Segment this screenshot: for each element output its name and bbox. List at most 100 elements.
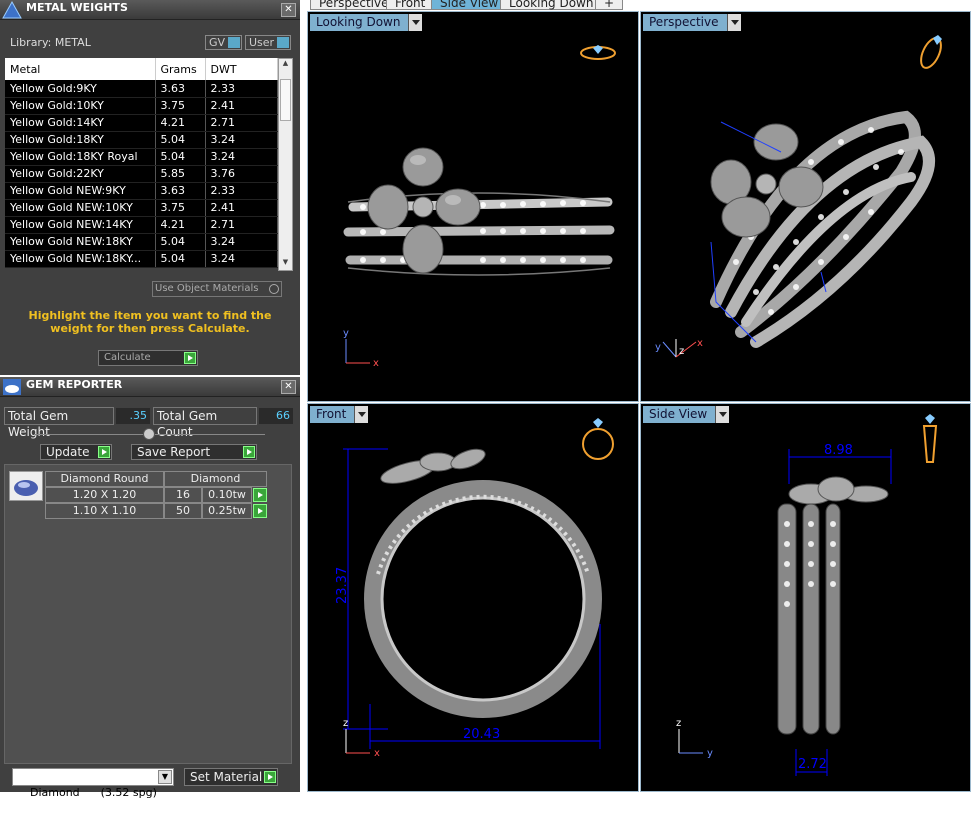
calculate-label: Calculate	[104, 352, 151, 363]
table-row[interactable]: Yellow Gold:14KY 4.21 2.71	[5, 114, 278, 132]
grams-cell: 3.63	[155, 80, 206, 98]
metal-cell: Yellow Gold NEW:10KY	[5, 199, 156, 217]
dwt-cell: 2.33	[205, 182, 278, 200]
viewport-front[interactable]: Front 23.37 20.43 z x	[307, 403, 639, 792]
save-report-button[interactable]: Save Report	[131, 444, 257, 460]
metal-weights-icon	[2, 1, 22, 19]
tab-side-view[interactable]: Side View	[431, 0, 508, 10]
scroll-up-icon[interactable]: ▲	[279, 59, 292, 71]
total-gem-count-label: Total Gem Count	[153, 407, 257, 439]
total-gem-weight-label: Total Gem Weight	[4, 407, 114, 439]
table-row[interactable]: Yellow Gold:18KY 5.04 3.24	[5, 131, 278, 149]
viewport-label-perspective[interactable]: Perspective	[643, 14, 741, 31]
dwt-cell: 3.76	[205, 165, 278, 183]
table-row[interactable]: Yellow Gold NEW:18KY 5.04 3.24	[5, 233, 278, 251]
scroll-thumb[interactable]	[280, 79, 291, 121]
table-row[interactable]: Yellow Gold NEW:10KY 3.75 2.41	[5, 199, 278, 217]
instruction-text: Highlight the item you want to find the …	[28, 309, 272, 335]
info-icon	[277, 37, 290, 48]
viewport-looking-down[interactable]: Looking Down y x	[307, 11, 639, 402]
col-metal[interactable]: Metal	[5, 58, 156, 80]
gem-row[interactable]: 1.10 X 1.10 50 0.25tw	[45, 503, 267, 519]
viewport-label-front[interactable]: Front	[310, 406, 369, 423]
chevron-down-icon[interactable]	[726, 14, 741, 31]
user-toggle[interactable]: User	[245, 35, 292, 50]
gem-row[interactable]: 1.20 X 1.20 16 0.10tw	[45, 487, 267, 503]
close-icon[interactable]: ✕	[281, 3, 296, 17]
use-object-materials-label: Use Object Materials	[155, 283, 259, 294]
viewport-perspective[interactable]: Perspective y z x	[640, 11, 971, 402]
col-grams[interactable]: Grams	[155, 58, 206, 80]
table-row[interactable]: Yellow Gold:10KY 3.75 2.41	[5, 97, 278, 115]
chevron-down-icon[interactable]	[715, 406, 730, 423]
dwt-cell: 2.41	[205, 199, 278, 217]
close-icon[interactable]: ✕	[281, 380, 296, 394]
grams-cell: 5.04	[155, 250, 206, 268]
play-icon	[264, 771, 276, 783]
dwt-cell: 3.24	[205, 148, 278, 166]
update-button[interactable]: Update	[40, 444, 112, 460]
chevron-down-icon[interactable]	[408, 14, 423, 31]
set-material-button[interactable]: Set Material	[184, 768, 278, 786]
tab-looking-down[interactable]: Looking Down	[500, 0, 603, 10]
add-tab-icon[interactable]: +	[595, 0, 624, 10]
metal-cell: Yellow Gold NEW:18KY	[5, 233, 156, 251]
table-row[interactable]: Yellow Gold:9KY 3.63 2.33	[5, 80, 278, 98]
material-select-value: Diamond (3.52 spg)	[30, 786, 157, 799]
viewport-title: Perspective	[649, 15, 719, 29]
material-select[interactable]: Diamond (3.52 spg) ▼	[12, 768, 174, 799]
gem-col-type: Diamond	[164, 471, 267, 487]
metal-cell: Yellow Gold:22KY	[5, 165, 156, 183]
viewport-side-view[interactable]: Side View 8.98 2.72 z y	[640, 403, 971, 792]
slider-handle[interactable]	[143, 428, 155, 440]
metal-cell: Yellow Gold NEW:9KY	[5, 182, 156, 200]
play-icon[interactable]	[253, 488, 267, 502]
checkbox-icon	[269, 284, 279, 294]
grams-cell: 4.21	[155, 216, 206, 234]
table-row[interactable]: Yellow Gold NEW:18KY... 5.04 3.24	[5, 250, 278, 268]
table-row[interactable]: Yellow Gold:18KY Royal 5.04 3.24	[5, 148, 278, 166]
gem-reporter-title: GEM REPORTER	[26, 378, 123, 391]
table-row[interactable]: Yellow Gold:22KY 5.85 3.76	[5, 165, 278, 183]
ring-render-side: 8.98 2.72 z y	[676, 414, 938, 776]
gv-toggle[interactable]: GV	[205, 35, 243, 50]
axis-gizmo: z x	[343, 718, 380, 759]
table-row[interactable]: Yellow Gold NEW:9KY 3.63 2.33	[5, 182, 278, 200]
axis-x-label: x	[373, 358, 379, 369]
table-scrollbar[interactable]: ▲ ▼	[278, 58, 293, 271]
use-object-materials-toggle[interactable]: Use Object Materials	[152, 281, 282, 297]
nav-ring-icon	[580, 45, 616, 60]
tab-front[interactable]: Front	[386, 0, 435, 10]
play-icon[interactable]	[253, 504, 267, 518]
metal-table-body: Yellow Gold:9KY 3.63 2.33 Yellow Gold:10KY 3…	[5, 80, 278, 268]
chevron-down-icon[interactable]: ▼	[158, 770, 172, 784]
calculate-button[interactable]: Calculate	[98, 350, 198, 366]
col-dwt[interactable]: DWT	[205, 58, 278, 80]
viewport-label-looking-down[interactable]: Looking Down	[310, 14, 423, 31]
grams-cell: 5.04	[155, 131, 206, 149]
gem-size-cell: 1.10 X 1.10	[45, 503, 164, 519]
chevron-down-icon[interactable]	[354, 406, 369, 423]
axis-x-label: x	[374, 748, 380, 759]
ring-render-perspective: y z x	[655, 35, 942, 358]
grams-cell: 3.63	[155, 182, 206, 200]
gem-reporter-icon	[3, 379, 21, 395]
ring-render-top: y x	[343, 45, 616, 369]
scroll-down-icon[interactable]: ▼	[279, 258, 292, 270]
diamond-thumbnail[interactable]	[9, 471, 43, 501]
axis-z-label: z	[343, 718, 348, 729]
axis-x-label: x	[697, 338, 703, 349]
nav-ring-icon	[920, 35, 942, 69]
gem-list-area: Diamond Round Diamond 1.20 X 1.20 16 0.10t…	[4, 464, 292, 764]
gem-reporter-titlebar: GEM REPORTER ✕	[0, 377, 300, 397]
user-label: User	[249, 36, 275, 49]
ring-render-front: 23.37 20.43 z x	[335, 418, 614, 759]
viewport-label-side-view[interactable]: Side View	[643, 406, 730, 423]
tab-perspective[interactable]: Perspective	[310, 0, 398, 10]
table-row[interactable]: Yellow Gold NEW:14KY 4.21 2.71	[5, 216, 278, 234]
metal-weights-title: METAL WEIGHTS	[26, 1, 128, 14]
info-icon	[228, 37, 241, 48]
axis-z-label: z	[676, 718, 681, 729]
gem-weight-cell: 0.10tw	[202, 487, 252, 503]
gem-count-cell: 50	[164, 503, 202, 519]
